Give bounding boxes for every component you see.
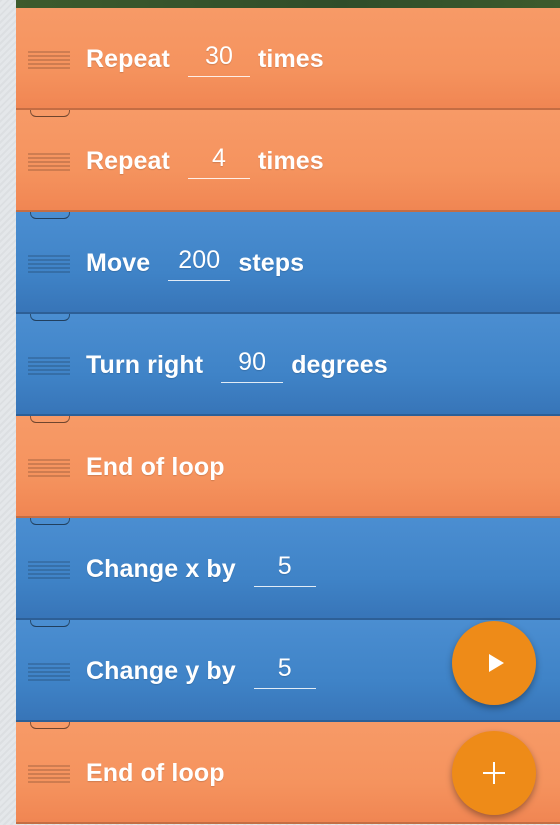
block-content: End of loop xyxy=(86,722,225,824)
block-notch xyxy=(30,620,70,627)
drag-handle-icon[interactable] xyxy=(28,561,70,579)
drag-handle-icon[interactable] xyxy=(28,51,70,69)
move-block[interactable]: Move 200 steps xyxy=(16,212,560,314)
block-label: Turn right xyxy=(86,350,204,379)
block-suffix: steps xyxy=(238,248,305,277)
block-label: End of loop xyxy=(86,452,225,481)
block-content: Change x by 5 xyxy=(86,518,324,620)
play-icon xyxy=(488,654,504,672)
block-suffix: times xyxy=(257,146,324,175)
degrees-input[interactable]: 90 xyxy=(221,348,284,383)
drag-handle-icon[interactable] xyxy=(28,765,70,783)
block-label: Change y by xyxy=(86,656,236,685)
change-x-block[interactable]: Change x by 5 xyxy=(16,518,560,620)
repeat-count-input[interactable]: 30 xyxy=(187,42,250,77)
block-label: Change x by xyxy=(86,554,236,583)
block-list: Repeat 30 times Repeat 4 times Move 200 … xyxy=(16,8,560,825)
steps-input[interactable]: 200 xyxy=(168,246,231,281)
block-content: Move 200 steps xyxy=(86,212,304,314)
turn-right-block[interactable]: Turn right 90 degrees xyxy=(16,314,560,416)
drag-handle-icon[interactable] xyxy=(28,663,70,681)
block-content: Repeat 30 times xyxy=(86,8,324,110)
block-content: Turn right 90 degrees xyxy=(86,314,388,416)
block-content: Change y by 5 xyxy=(86,620,324,722)
block-content: Repeat 4 times xyxy=(86,110,324,212)
block-label: Repeat xyxy=(86,44,170,73)
top-edge xyxy=(16,0,560,8)
block-notch xyxy=(30,518,70,525)
block-notch xyxy=(30,110,70,117)
add-block-button[interactable] xyxy=(452,731,536,815)
repeat-count-input[interactable]: 4 xyxy=(187,144,250,179)
block-label: Move xyxy=(86,248,151,277)
drag-handle-icon[interactable] xyxy=(28,357,70,375)
drag-handle-icon[interactable] xyxy=(28,255,70,273)
repeat-block[interactable]: Repeat 4 times xyxy=(16,110,560,212)
block-label: End of loop xyxy=(86,758,225,787)
block-notch xyxy=(30,212,70,219)
end-loop-block[interactable]: End of loop xyxy=(16,416,560,518)
block-notch xyxy=(30,314,70,321)
plus-icon xyxy=(483,762,505,784)
drag-handle-icon[interactable] xyxy=(28,153,70,171)
block-label: Repeat xyxy=(86,146,170,175)
y-change-input[interactable]: 5 xyxy=(253,654,316,689)
x-change-input[interactable]: 5 xyxy=(253,552,316,587)
drag-handle-icon[interactable] xyxy=(28,459,70,477)
repeat-block[interactable]: Repeat 30 times xyxy=(16,8,560,110)
block-suffix: degrees xyxy=(291,350,388,379)
block-notch xyxy=(30,722,70,729)
block-content: End of loop xyxy=(86,416,225,518)
block-notch xyxy=(30,416,70,423)
block-suffix: times xyxy=(257,44,324,73)
run-button[interactable] xyxy=(452,621,536,705)
